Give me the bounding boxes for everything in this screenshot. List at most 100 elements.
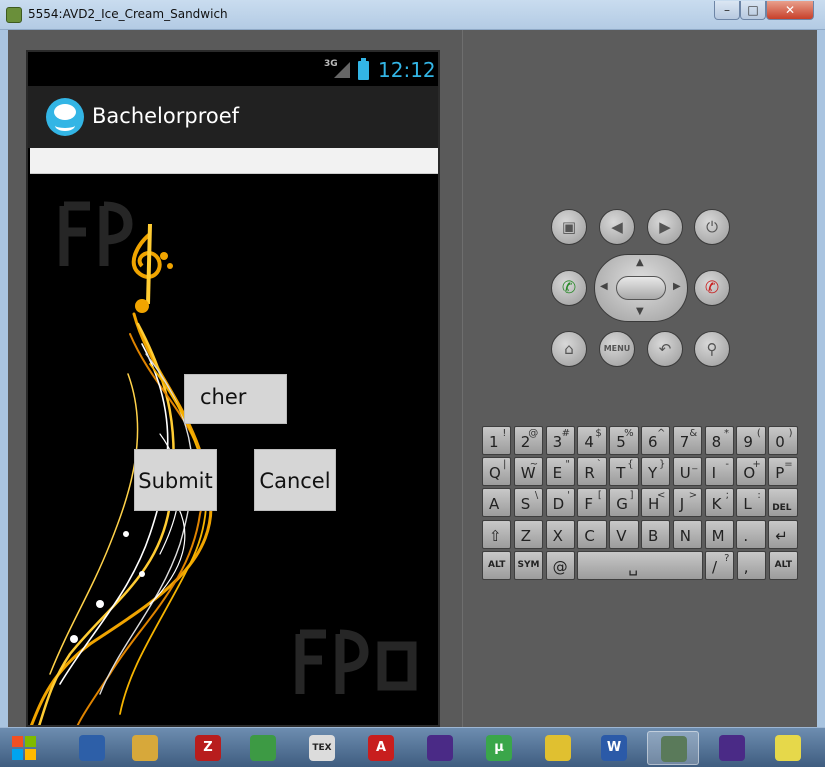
key-row2-7[interactable]: I- [704, 457, 734, 487]
home-icon[interactable]: ⌂ [551, 331, 587, 367]
key-label: V [616, 526, 627, 545]
taskbar-item[interactable] [66, 731, 118, 765]
eclipse-2-icon [719, 735, 745, 761]
key-row1-3[interactable]: 4 $ [577, 426, 607, 455]
dpad-up-icon[interactable]: ▲ [636, 257, 644, 268]
volume-up-icon[interactable]: ▶ [647, 209, 683, 245]
key-row4-4[interactable]: V [609, 519, 639, 549]
key-alt-label: ~ [529, 459, 539, 471]
key-label: DEL [772, 503, 792, 514]
at-key[interactable]: @ [545, 550, 575, 580]
key-row4-7[interactable]: M [704, 519, 734, 549]
taskbar-item[interactable] [119, 731, 171, 765]
key-label: F [584, 495, 594, 514]
taskbar-item[interactable]: TEX [296, 731, 348, 765]
key-row3-6[interactable]: J > [672, 488, 703, 518]
key-row4-6[interactable]: N [672, 519, 703, 549]
key-alt-label: $ [595, 428, 602, 439]
taskbar-item[interactable]: W [588, 731, 640, 765]
key-row1-1[interactable]: 2 @ [513, 426, 544, 455]
close-button[interactable]: ✕ [766, 1, 814, 20]
key-row3-1[interactable]: S \ [513, 488, 544, 518]
name-input[interactable]: cher [184, 374, 287, 424]
end-call-icon[interactable]: ✆ [694, 270, 730, 306]
key-row2-2[interactable]: E " [545, 457, 575, 487]
key-row1-8[interactable]: 9( [736, 426, 766, 455]
key-row4-2[interactable]: X [545, 519, 575, 549]
maximize-button[interactable]: □ [740, 1, 766, 20]
key-row4-0[interactable]: ⇧ [482, 519, 512, 549]
key-label: @ [552, 557, 568, 576]
key-row3-9[interactable]: DEL [768, 488, 798, 518]
emulator-app-icon [6, 7, 22, 23]
taskbar-item[interactable]: µ [473, 731, 525, 765]
key-row4-8[interactable]: . [736, 519, 766, 549]
key-row3-3[interactable]: F[ [577, 488, 607, 518]
key-alt-label: ( [756, 428, 761, 439]
sym-key[interactable]: SYM [513, 550, 544, 580]
key-row4-9[interactable]: ↵ [768, 519, 798, 549]
key-row1-5[interactable]: 6 ^ [641, 426, 671, 455]
dpad-center-button[interactable] [616, 276, 666, 300]
key-row2-6[interactable]: U _ [672, 457, 703, 487]
key-row2-1[interactable]: W ~ [513, 457, 544, 487]
camera-icon[interactable]: ▣ [551, 209, 587, 245]
key-row4-3[interactable]: C [577, 519, 607, 549]
volume-down-icon[interactable]: ◀ [599, 209, 635, 245]
cancel-button[interactable]: Cancel [254, 449, 336, 511]
window-border-right [817, 30, 825, 727]
minimize-button[interactable]: – [714, 1, 740, 20]
key-label: E [552, 464, 563, 483]
taskbar-item[interactable] [414, 731, 466, 765]
key-alt-label: ; [725, 490, 729, 502]
taskbar-item[interactable]: Z [182, 731, 234, 765]
dpad-left-icon[interactable]: ◀ [600, 281, 608, 292]
key-row1-4[interactable]: 5% [609, 426, 639, 455]
back-icon[interactable]: ↶ [647, 331, 683, 367]
key-row2-8[interactable]: O + [736, 457, 766, 487]
key-row3-2[interactable]: D ' [545, 488, 575, 518]
key-row2-0[interactable]: Q | [482, 457, 512, 487]
key-row4-1[interactable]: Z [513, 519, 544, 549]
key-row2-9[interactable]: P = [768, 457, 798, 487]
chart-app-icon [775, 735, 801, 761]
search-icon[interactable]: ⚲ [694, 331, 730, 367]
alt-left-key[interactable]: ALT [482, 550, 512, 580]
key-row1-0[interactable]: 1! [482, 426, 512, 455]
key-row3-7[interactable]: K; [704, 488, 734, 518]
alt-right-key[interactable]: ALT [768, 550, 798, 580]
dpad-right-icon[interactable]: ▶ [673, 281, 681, 292]
taskbar-item[interactable] [762, 731, 814, 765]
taskbar-item[interactable] [237, 731, 289, 765]
taskbar-item[interactable]: A [355, 731, 407, 765]
key-row3-8[interactable]: L: [736, 488, 766, 518]
key-label: Y [648, 464, 658, 483]
key-alt-label: > [688, 490, 698, 502]
taskbar-item[interactable] [647, 731, 699, 765]
taskbar-item[interactable] [532, 731, 584, 765]
app-logo-icon[interactable] [46, 98, 84, 136]
key-row2-3[interactable]: R ` [577, 457, 607, 487]
key-row3-4[interactable]: G] [609, 488, 639, 518]
key-row1-7[interactable]: 8 * [704, 426, 734, 455]
key-row1-2[interactable]: 3 # [545, 426, 575, 455]
comma-key[interactable]: , [736, 550, 767, 580]
call-icon[interactable]: ✆ [551, 270, 587, 306]
key-label: Q [489, 464, 501, 483]
key-row3-0[interactable]: A [482, 488, 512, 518]
dpad-down-icon[interactable]: ▼ [636, 306, 644, 317]
power-icon[interactable]: ⏻ [694, 209, 730, 245]
key-row3-5[interactable]: H < [641, 488, 671, 518]
submit-button[interactable]: Submit [134, 449, 217, 511]
key-row2-5[interactable]: Y} [641, 457, 671, 487]
taskbar-item[interactable] [706, 731, 758, 765]
key-row4-5[interactable]: B [641, 519, 671, 549]
space-key[interactable]: ␣ [577, 550, 703, 580]
key-row1-9[interactable]: 0) [768, 426, 798, 455]
slash-key[interactable]: /? [705, 550, 735, 580]
start-button[interactable] [4, 730, 44, 766]
key-row1-6[interactable]: 7 & [672, 426, 703, 455]
key-row2-4[interactable]: T{ [609, 457, 639, 487]
menu-button[interactable]: MENU [599, 331, 635, 367]
tex-icon: TEX [309, 735, 335, 761]
